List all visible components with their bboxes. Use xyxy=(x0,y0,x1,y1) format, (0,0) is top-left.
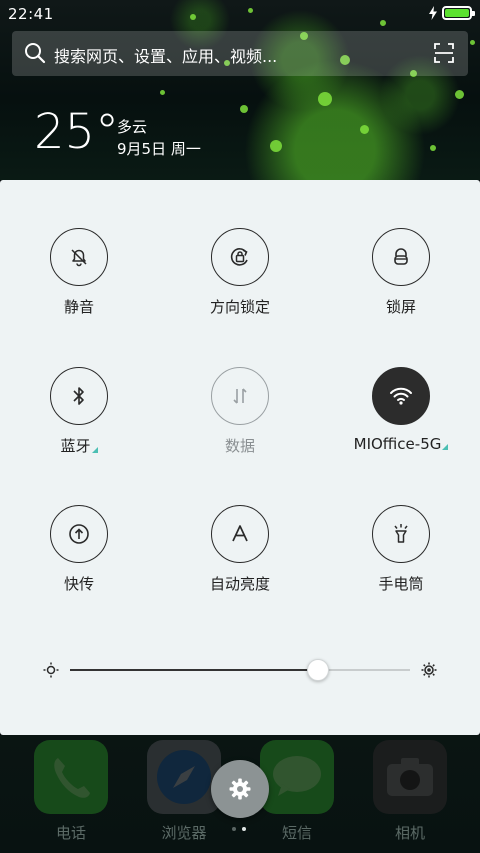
toggle-flashlight-label: 手电筒 xyxy=(378,575,424,593)
auto-brightness-icon xyxy=(232,525,248,542)
toggle-mobile-data-button[interactable] xyxy=(211,367,269,425)
toggle-rotation-lock[interactable]: 方向锁定 xyxy=(165,228,315,317)
weather-condition: 多云 xyxy=(117,118,148,136)
toggle-quick-transfer[interactable]: 快传 xyxy=(4,505,154,594)
flashlight-icon xyxy=(394,524,408,543)
toggle-mobile-data-label: 数据 xyxy=(224,437,255,455)
toggle-bluetooth-button[interactable] xyxy=(50,367,108,425)
toggle-auto-brightness-button[interactable] xyxy=(211,505,269,563)
toggle-lock-screen[interactable]: 锁屏 xyxy=(326,228,476,317)
toggle-mute-button[interactable] xyxy=(50,228,108,286)
status-icons xyxy=(428,6,475,20)
brightness-low-icon xyxy=(43,662,59,678)
lock-icon xyxy=(394,248,408,265)
search-bar[interactable]: 搜索网页、设置、应用、视频... xyxy=(12,31,468,76)
battery-icon xyxy=(442,6,475,20)
toggle-wifi[interactable]: MIOffice-5G xyxy=(326,367,476,453)
brightness-slider-fill xyxy=(70,669,319,671)
more-indicator-icon xyxy=(91,447,98,453)
phone-icon xyxy=(34,740,108,814)
dock-label-messages: 短信 xyxy=(281,824,312,842)
toggle-wifi-label: MIOffice-5G xyxy=(354,435,449,453)
dock-label-browser: 浏览器 xyxy=(161,824,207,842)
rotation-lock-icon xyxy=(230,248,248,266)
bluetooth-icon xyxy=(73,387,84,405)
brightness-control xyxy=(0,650,480,690)
search-placeholder: 搜索网页、设置、应用、视频... xyxy=(54,47,278,66)
browser-icon xyxy=(147,740,221,814)
dock-app-phone[interactable]: 电话 xyxy=(33,740,109,843)
scan-icon[interactable] xyxy=(434,43,454,63)
toggle-lock-screen-button[interactable] xyxy=(372,228,430,286)
toggle-bluetooth-label: 蓝牙 xyxy=(60,435,98,456)
gear-icon xyxy=(229,778,251,800)
dock-label-camera: 相机 xyxy=(394,824,425,842)
toggle-wifi-button[interactable] xyxy=(372,367,430,425)
toggle-rotation-lock-label: 方向锁定 xyxy=(209,298,270,316)
toggle-rotation-lock-button[interactable] xyxy=(211,228,269,286)
toggle-lock-screen-label: 锁屏 xyxy=(385,298,416,316)
mobile-data-icon xyxy=(233,388,247,404)
bell-off-icon xyxy=(71,249,87,267)
battery-level xyxy=(445,9,469,17)
messages-icon xyxy=(260,740,334,814)
search-icon xyxy=(25,43,46,64)
brightness-high-icon xyxy=(421,662,437,678)
toggle-flashlight-button[interactable] xyxy=(372,505,430,563)
more-indicator-icon xyxy=(442,444,449,450)
dock-app-messages[interactable]: 短信 xyxy=(259,740,335,843)
page-dot-active xyxy=(242,827,246,831)
weather-date: 9月5日 周一 xyxy=(117,140,201,158)
page-indicator xyxy=(232,827,246,831)
weather-temperature[interactable]: 25° xyxy=(34,108,119,156)
settings-button[interactable] xyxy=(211,760,269,818)
quick-settings-panel: 静音 方向锁定 锁屏 蓝牙 数据 MIOffice-5G 快传 自动亮度 手电筒 xyxy=(0,180,480,735)
charging-bolt-icon xyxy=(429,6,437,20)
toggle-bluetooth[interactable]: 蓝牙 xyxy=(4,367,154,456)
toggle-quick-transfer-label: 快传 xyxy=(63,575,94,593)
toggle-mute-label: 静音 xyxy=(63,298,94,316)
dock-app-camera[interactable]: 相机 xyxy=(372,740,448,843)
toggle-auto-brightness-label: 自动亮度 xyxy=(209,575,270,593)
toggle-auto-brightness[interactable]: 自动亮度 xyxy=(165,505,315,594)
page-dot xyxy=(232,827,236,831)
toggle-quick-transfer-button[interactable] xyxy=(50,505,108,563)
toggle-mobile-data[interactable]: 数据 xyxy=(165,367,315,456)
status-bar: 22:41 xyxy=(0,0,480,28)
brightness-slider[interactable] xyxy=(70,659,410,681)
brightness-slider-thumb[interactable] xyxy=(307,659,330,681)
toggle-flashlight[interactable]: 手电筒 xyxy=(326,505,476,594)
dock-label-phone: 电话 xyxy=(55,824,86,842)
status-time: 22:41 xyxy=(8,5,54,23)
toggle-mute[interactable]: 静音 xyxy=(4,228,154,317)
wifi-icon xyxy=(390,387,412,405)
quick-transfer-icon xyxy=(69,524,89,544)
camera-icon xyxy=(373,740,447,814)
